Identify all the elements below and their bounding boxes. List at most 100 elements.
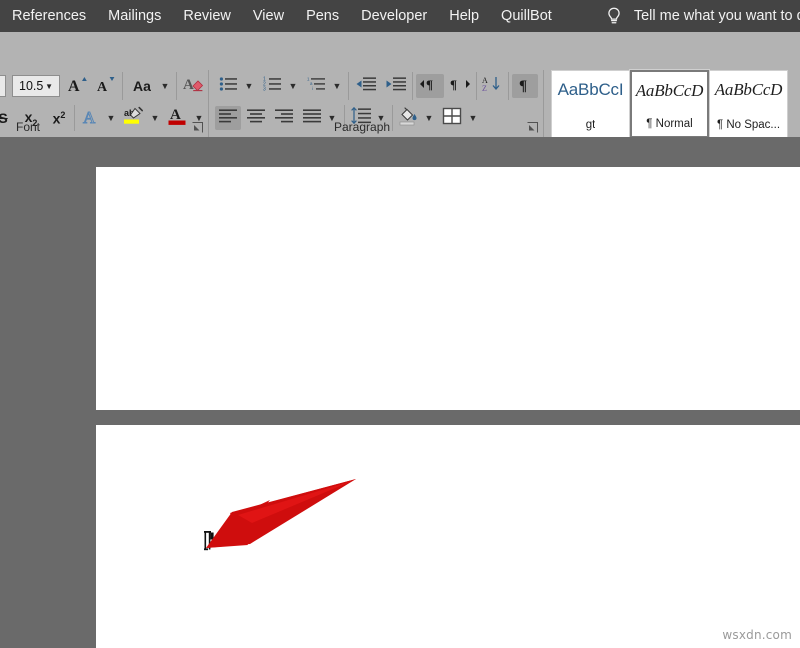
font-color-button[interactable]: A [164, 106, 192, 130]
page-2[interactable] [96, 425, 800, 648]
tab-developer[interactable]: Developer [350, 0, 438, 32]
bullets-button[interactable] [216, 74, 242, 98]
tell-me-label: Tell me what you want to do [634, 8, 800, 24]
tab-references[interactable]: References [0, 0, 97, 32]
text-effects-button[interactable]: A [78, 106, 104, 130]
superscript-icon: x2 [53, 110, 66, 127]
separator [412, 72, 413, 100]
align-right-button[interactable] [271, 106, 297, 130]
show-formatting-marks-button[interactable]: ¶ [512, 74, 538, 98]
text-highlight-color-dropdown[interactable]: ▼ [148, 106, 162, 130]
style-label: ¶ Normal [646, 118, 692, 130]
bullets-dropdown[interactable]: ▼ [242, 74, 256, 98]
separator [122, 72, 123, 100]
tab-view[interactable]: View [242, 0, 295, 32]
tab-mailings[interactable]: Mailings [97, 0, 172, 32]
tab-pens[interactable]: Pens [295, 0, 350, 32]
font-group-label: Font [16, 120, 40, 134]
paragraph-dialog-launcher-icon[interactable] [527, 120, 538, 131]
chevron-down-icon: ▼ [151, 114, 160, 123]
paragraph-group-label: Paragraph [334, 120, 390, 134]
text-effects-icon: A [81, 106, 101, 131]
tab-help[interactable]: Help [438, 0, 490, 32]
text-effects-dropdown[interactable]: ▼ [104, 106, 118, 130]
ltr-text-direction-button[interactable]: ¶ [416, 74, 444, 98]
right-to-left-icon: ¶ [448, 76, 472, 97]
decrease-font-size-icon: A [94, 74, 116, 99]
separator [392, 105, 393, 131]
style-item-no-spacing[interactable]: AaBbCcD ¶ No Spac... [709, 70, 788, 138]
left-to-right-icon: ¶ [418, 76, 442, 97]
grow-font-button[interactable]: A [64, 74, 90, 98]
multilevel-list-dropdown[interactable]: ▼ [330, 74, 344, 98]
style-item-gt[interactable]: AaBbCcI gt [551, 70, 630, 138]
decrease-indent-icon [355, 76, 377, 97]
sort-button[interactable]: A Z [480, 74, 506, 98]
style-label: ¶ No Spac... [717, 119, 780, 131]
align-left-icon [218, 108, 238, 129]
change-case-dropdown[interactable]: ▼ [158, 74, 172, 98]
change-case-button[interactable]: Aa [126, 74, 158, 98]
strikethrough-icon: S [0, 110, 8, 126]
separator [348, 72, 349, 100]
separator [476, 72, 477, 100]
chevron-down-icon: ▼ [333, 82, 342, 91]
font-name-combo[interactable]: ▼ [0, 75, 6, 97]
shading-paint-bucket-icon [398, 106, 420, 131]
separator [508, 72, 509, 100]
style-item-normal[interactable]: AaBbCcD ¶ Normal [630, 70, 709, 138]
style-preview-text: AaBbCcD [636, 81, 704, 101]
strikethrough-button[interactable]: S [0, 106, 14, 130]
decrease-indent-button[interactable] [352, 74, 380, 98]
chevron-down-icon: ▼ [0, 82, 5, 91]
separator [176, 72, 177, 100]
document-canvas[interactable] [0, 137, 800, 648]
numbering-dropdown[interactable]: ▼ [286, 74, 300, 98]
borders-grid-icon [442, 107, 462, 130]
pilcrow-icon: ¶ [516, 75, 534, 98]
align-center-button[interactable] [243, 106, 269, 130]
shrink-font-button[interactable]: A [92, 74, 118, 98]
chevron-down-icon: ▼ [425, 114, 434, 123]
borders-button[interactable] [438, 106, 466, 130]
clear-formatting-button[interactable]: A [180, 74, 208, 98]
tab-review[interactable]: Review [172, 0, 242, 32]
rtl-text-direction-button[interactable]: ¶ [446, 74, 474, 98]
font-size-value: 10.5 [13, 79, 45, 93]
page-1[interactable] [96, 167, 800, 410]
multilevel-list-button[interactable]: 1 a i [304, 74, 330, 98]
lightbulb-icon [605, 6, 623, 26]
change-case-icon: Aa [133, 78, 151, 94]
align-center-icon [246, 108, 266, 129]
svg-text:A: A [83, 108, 96, 126]
numbering-button[interactable]: 1 2 3 [260, 74, 286, 98]
chevron-down-icon: ▼ [45, 82, 59, 91]
styles-gallery: AaBbCcI gt AaBbCcD ¶ Normal AaBbCcD ¶ No… [551, 70, 788, 138]
font-size-combo[interactable]: 10.5 ▼ [12, 75, 60, 97]
increase-indent-button[interactable] [382, 74, 410, 98]
chevron-down-icon: ▼ [289, 82, 298, 91]
highlight-color-icon: ab [122, 105, 146, 132]
text-highlight-color-button[interactable]: ab [120, 106, 148, 130]
borders-dropdown[interactable]: ▼ [466, 106, 480, 130]
clear-formatting-icon: A [182, 74, 206, 99]
style-label: gt [586, 119, 596, 131]
increase-indent-icon [385, 76, 407, 97]
font-dialog-launcher-icon[interactable] [192, 120, 203, 131]
svg-text:Z: Z [482, 84, 487, 93]
watermark: wsxdn.com [722, 628, 792, 642]
numbered-list-icon: 1 2 3 [263, 76, 283, 97]
shading-dropdown[interactable]: ▼ [422, 106, 436, 130]
superscript-button[interactable]: x2 [46, 106, 72, 130]
align-right-icon [274, 108, 294, 129]
style-preview-text: AaBbCcD [715, 80, 783, 100]
svg-text:A: A [68, 78, 80, 94]
chevron-down-icon: ▼ [161, 82, 170, 91]
shading-button[interactable] [396, 106, 422, 130]
style-preview-text: AaBbCcI [558, 80, 624, 100]
justify-button[interactable] [299, 106, 325, 130]
tell-me-search[interactable]: Tell me what you want to do [605, 6, 800, 26]
tab-quillbot[interactable]: QuillBot [490, 0, 563, 32]
svg-text:A: A [183, 77, 194, 93]
align-left-button[interactable] [215, 106, 241, 130]
